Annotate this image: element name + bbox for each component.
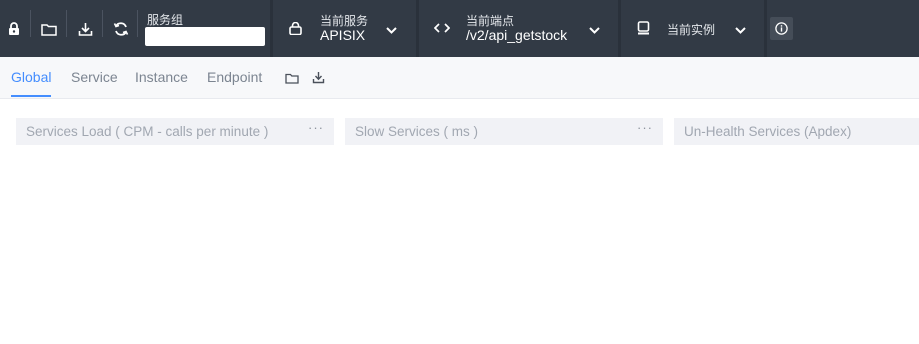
- code-icon: [432, 19, 452, 37]
- lock-icon[interactable]: [5, 20, 23, 38]
- download-icon[interactable]: [75, 20, 95, 38]
- panel-title: Services Load ( CPM - calls per minute ): [26, 124, 269, 139]
- chevron-down-icon[interactable]: [586, 22, 602, 38]
- info-button[interactable]: [770, 17, 793, 40]
- service-icon: [286, 18, 304, 38]
- more-icon[interactable]: ···: [308, 120, 324, 135]
- current-instance-label[interactable]: 当前实例: [667, 21, 715, 38]
- folder-icon[interactable]: [284, 70, 300, 86]
- chevron-down-icon[interactable]: [732, 22, 748, 38]
- service-group-label: 服务组: [147, 13, 184, 27]
- info-icon: [775, 22, 788, 35]
- tabs-bar: Global Service Instance Endpoint: [0, 57, 919, 99]
- service-group-input[interactable]: [145, 27, 265, 46]
- tab-endpoint[interactable]: Endpoint: [207, 69, 262, 85]
- current-endpoint-value[interactable]: /v2/api_getstock: [466, 27, 567, 43]
- active-tab-indicator: [11, 95, 51, 97]
- tab-service[interactable]: Service: [71, 69, 118, 85]
- panel-title: Un-Health Services (Apdex): [684, 124, 852, 139]
- chevron-down-icon[interactable]: [383, 22, 399, 38]
- slow-services-panel: Slow Services ( ms ) ···: [345, 118, 663, 145]
- services-load-panel: Services Load ( CPM - calls per minute )…: [16, 118, 334, 145]
- refresh-icon[interactable]: [111, 19, 131, 39]
- tab-global[interactable]: Global: [11, 69, 51, 85]
- instance-icon: [634, 18, 652, 38]
- panel-title: Slow Services ( ms ): [355, 124, 479, 139]
- tab-instance[interactable]: Instance: [135, 69, 188, 85]
- current-service-value[interactable]: APISIX: [320, 27, 365, 43]
- unhealth-services-panel: Un-Health Services (Apdex): [674, 118, 919, 145]
- top-toolbar: 服务组 当前服务 APISIX 当前端点 /v2/api_getstock 当前…: [0, 0, 919, 57]
- more-icon[interactable]: ···: [637, 120, 653, 135]
- download-icon[interactable]: [310, 69, 326, 85]
- folder-icon[interactable]: [39, 20, 59, 38]
